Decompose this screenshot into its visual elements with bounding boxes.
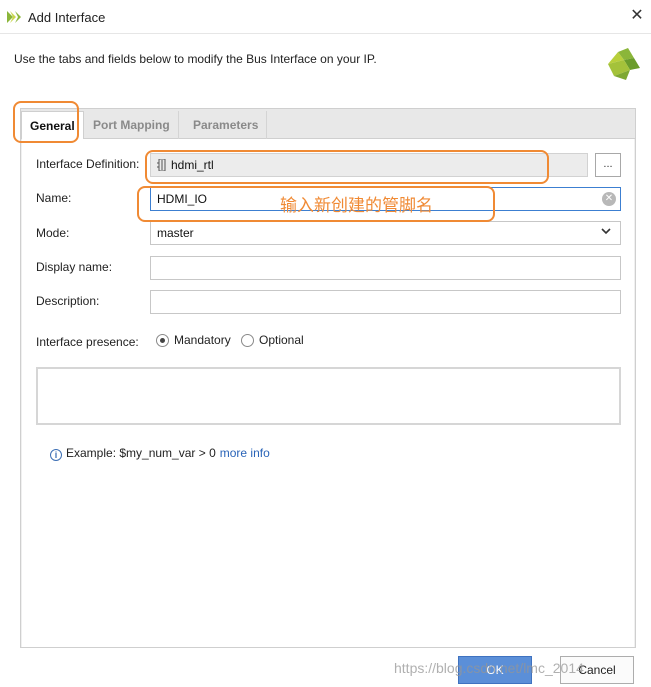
radio-optional-indicator[interactable] bbox=[241, 334, 254, 347]
radio-mandatory[interactable]: Mandatory bbox=[156, 333, 231, 349]
interface-definition-field: hdmi_rtl bbox=[150, 153, 588, 177]
interface-definition-value: hdmi_rtl bbox=[171, 158, 214, 172]
cancel-button[interactable]: Cancel bbox=[560, 656, 634, 684]
radio-optional[interactable]: Optional bbox=[241, 333, 304, 349]
chevron-down-icon bbox=[601, 228, 611, 235]
info-icon: i bbox=[50, 449, 62, 461]
radio-mandatory-label: Mandatory bbox=[174, 333, 231, 347]
more-info-link[interactable]: more info bbox=[220, 446, 270, 460]
browse-interface-button[interactable]: ... bbox=[595, 153, 621, 177]
mode-select[interactable]: master bbox=[150, 221, 621, 245]
tab-strip: General Port Mapping Parameters bbox=[21, 109, 635, 140]
vivado-brand-icon bbox=[608, 48, 640, 80]
dialog-footer: OK Cancel https://blog.csdn.net/lmc_2014 bbox=[0, 648, 651, 687]
vivado-logo-icon bbox=[7, 11, 21, 23]
radio-optional-label: Optional bbox=[259, 333, 304, 347]
tab-general[interactable]: General bbox=[21, 111, 84, 140]
presence-dependency-textarea[interactable] bbox=[36, 367, 621, 425]
window-title: Add Interface bbox=[28, 10, 106, 25]
description-input[interactable] bbox=[150, 290, 621, 314]
mode-label: Mode: bbox=[36, 226, 70, 240]
interface-presence-label: Interface presence: bbox=[36, 335, 139, 349]
title-bar: Add Interface ✕ bbox=[0, 0, 651, 34]
name-label: Name: bbox=[36, 191, 72, 205]
example-text: Example: $my_num_var > 0 bbox=[66, 446, 216, 460]
ok-button[interactable]: OK bbox=[458, 656, 532, 684]
bus-interface-icon bbox=[157, 159, 166, 171]
dialog-subtitle: Use the tabs and fields below to modify … bbox=[14, 52, 377, 66]
tab-port-mapping[interactable]: Port Mapping bbox=[85, 111, 179, 139]
close-button[interactable]: ✕ bbox=[627, 6, 647, 26]
tab-parameters[interactable]: Parameters bbox=[185, 111, 268, 139]
annotation-text: 输入新创建的管脚名 bbox=[280, 196, 433, 216]
example-hint: i Example: $my_num_var > 0 more info bbox=[50, 446, 270, 461]
interface-definition-label: Interface Definition: bbox=[36, 157, 140, 171]
name-input-value: HDMI_IO bbox=[157, 192, 208, 206]
tab-panel: General Port Mapping Parameters Interfac… bbox=[20, 108, 636, 648]
radio-mandatory-indicator[interactable] bbox=[156, 334, 169, 347]
mode-select-value: master bbox=[157, 226, 194, 240]
display-name-label: Display name: bbox=[36, 260, 113, 274]
description-label: Description: bbox=[36, 294, 100, 308]
display-name-input[interactable] bbox=[150, 256, 621, 280]
clear-icon[interactable]: ✕ bbox=[602, 192, 616, 206]
